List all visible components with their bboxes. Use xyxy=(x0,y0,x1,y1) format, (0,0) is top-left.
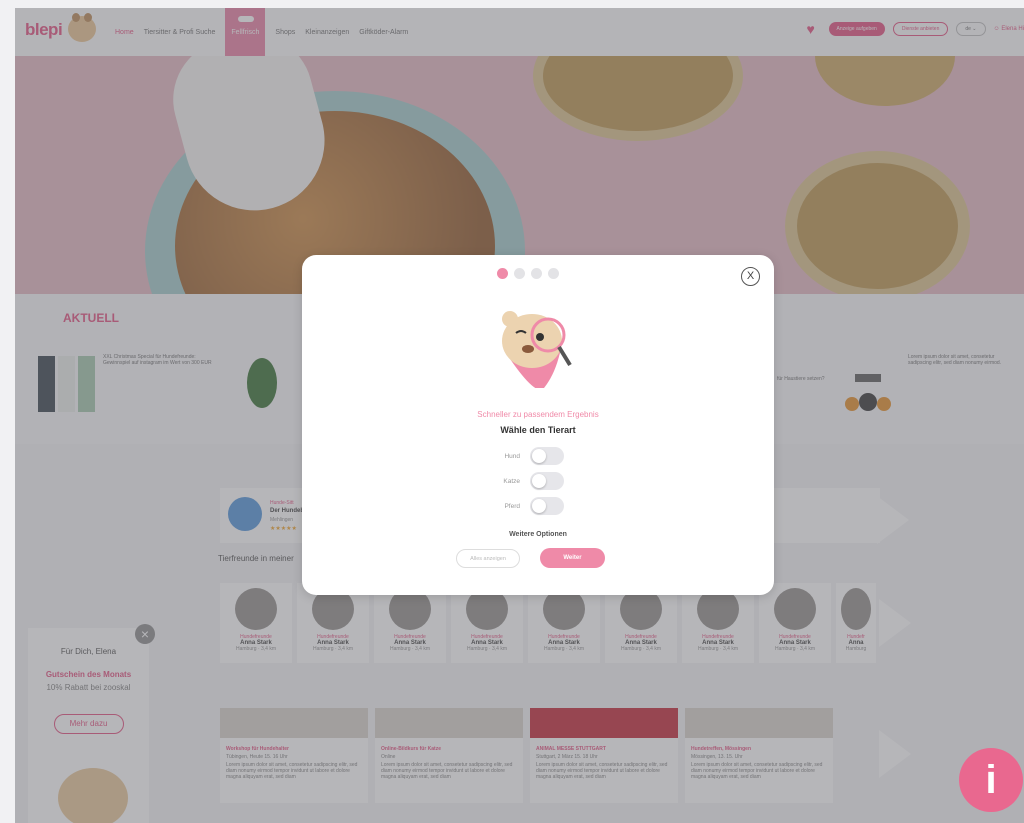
more-options-link[interactable]: Weitere Optionen xyxy=(302,531,774,538)
katze-toggle[interactable] xyxy=(530,472,564,490)
step-indicator xyxy=(497,268,559,279)
option-label: Hund xyxy=(504,452,520,460)
modal-subtitle: Schneller zu passendem Ergebnis xyxy=(477,410,599,419)
step-dot xyxy=(514,268,525,279)
filter-modal: X Schneller zu passendem Ergebnis Wähle … xyxy=(302,255,774,595)
pferd-toggle[interactable] xyxy=(530,497,564,515)
mascot-search-icon xyxy=(502,311,572,388)
next-button[interactable]: Weiter xyxy=(540,548,605,568)
step-dot-active xyxy=(497,268,508,279)
info-icon[interactable]: i xyxy=(959,748,1023,812)
step-dot xyxy=(548,268,559,279)
step-dot xyxy=(531,268,542,279)
option-hund: Hund xyxy=(482,447,622,465)
option-label: Katze xyxy=(503,477,520,485)
option-pferd: Pferd xyxy=(482,497,622,515)
option-katze: Katze xyxy=(482,472,622,490)
option-label: Pferd xyxy=(504,502,520,510)
hund-toggle[interactable] xyxy=(530,447,564,465)
show-all-button[interactable]: Alles anzeigen xyxy=(456,549,520,568)
app: blepi Home Tiersitter & Profi Suche Fell… xyxy=(0,0,1024,823)
modal-title: Wähle den Tierart xyxy=(500,425,576,435)
close-icon[interactable]: X xyxy=(741,267,760,286)
